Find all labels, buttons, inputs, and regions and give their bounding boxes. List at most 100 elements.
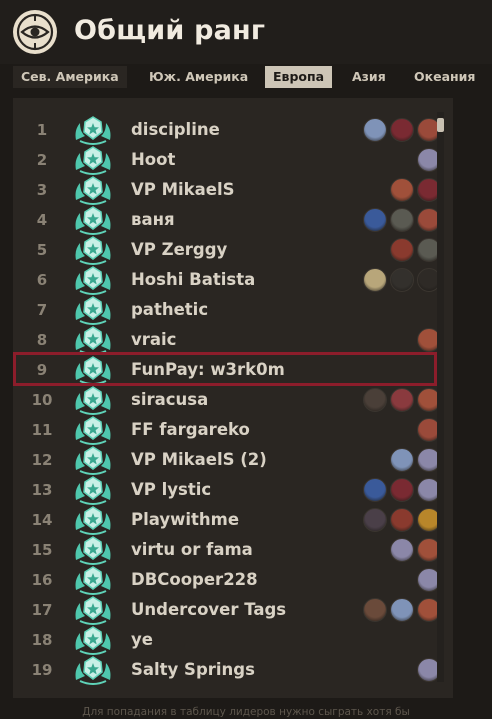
rank-badge-icon bbox=[72, 504, 114, 536]
rank-number: 5 bbox=[36, 241, 48, 259]
hero-portrait-icon bbox=[363, 388, 387, 412]
player-name[interactable]: FF fargareko bbox=[131, 420, 250, 439]
tab-europe[interactable]: Европа bbox=[265, 66, 333, 88]
rank-number: 11 bbox=[31, 421, 53, 439]
table-row[interactable]: 13 VP lystic bbox=[13, 475, 453, 505]
table-row[interactable]: 15 virtu or fama bbox=[13, 535, 453, 565]
table-row[interactable]: 4 ваня bbox=[13, 205, 453, 235]
hero-portrait-icon bbox=[390, 118, 414, 142]
hero-portraits bbox=[390, 178, 441, 202]
tab-asia[interactable]: Азия bbox=[352, 66, 386, 88]
hero-portraits bbox=[363, 388, 441, 412]
table-row[interactable]: 6 Hoshi Batista bbox=[13, 265, 453, 295]
table-row[interactable]: 9 FunPay: w3rk0m bbox=[13, 355, 453, 385]
rank-number: 16 bbox=[31, 571, 53, 589]
rank-number: 8 bbox=[36, 331, 48, 349]
table-row[interactable]: 11 FF fargareko bbox=[13, 415, 453, 445]
page-title: Общий ранг bbox=[74, 15, 266, 46]
hero-portrait-icon bbox=[390, 448, 414, 472]
table-row[interactable]: 5 VP Zerggy bbox=[13, 235, 453, 265]
rank-number: 9 bbox=[36, 361, 48, 379]
table-row[interactable]: 16 DBCooper228 bbox=[13, 565, 453, 595]
hero-portrait-icon bbox=[390, 508, 414, 532]
rank-number: 3 bbox=[36, 181, 48, 199]
rank-badge-icon bbox=[72, 264, 114, 296]
player-name[interactable]: VP lystic bbox=[131, 480, 211, 499]
table-row[interactable]: 3 VP MikaelS bbox=[13, 175, 453, 205]
table-row[interactable]: 19 Salty Springs bbox=[13, 655, 453, 685]
hero-portraits bbox=[363, 478, 441, 502]
player-name[interactable]: siracusa bbox=[131, 390, 208, 409]
rank-badge-icon bbox=[72, 474, 114, 506]
player-name[interactable]: VP MikaelS bbox=[131, 180, 235, 199]
hero-portraits bbox=[363, 268, 441, 292]
player-name[interactable]: FunPay: w3rk0m bbox=[131, 360, 285, 379]
scrollbar-thumb[interactable] bbox=[437, 118, 444, 132]
rank-number: 19 bbox=[31, 661, 53, 679]
rank-badge-icon bbox=[72, 594, 114, 626]
rank-number: 14 bbox=[31, 511, 53, 529]
rank-badge-icon bbox=[72, 414, 114, 446]
footer-note: Для попадания в таблицу лидеров нужно сы… bbox=[82, 706, 410, 718]
hero-portrait-icon bbox=[363, 508, 387, 532]
hero-portraits bbox=[390, 538, 441, 562]
hero-portraits bbox=[390, 238, 441, 262]
hero-portrait-icon bbox=[363, 208, 387, 232]
table-row[interactable]: 17 Undercover Tags bbox=[13, 595, 453, 625]
rank-badge-icon bbox=[72, 174, 114, 206]
rank-number: 1 bbox=[36, 121, 48, 139]
hero-portraits bbox=[363, 508, 441, 532]
player-name[interactable]: Playwithme bbox=[131, 510, 239, 529]
hero-portrait-icon bbox=[390, 268, 414, 292]
table-row[interactable]: 10 siracusa bbox=[13, 385, 453, 415]
rank-badge-icon bbox=[72, 654, 114, 686]
rank-badge-icon bbox=[72, 534, 114, 566]
player-name[interactable]: DBCooper228 bbox=[131, 570, 258, 589]
hero-portraits bbox=[363, 598, 441, 622]
player-name[interactable]: discipline bbox=[131, 120, 220, 139]
rank-badge-icon bbox=[72, 204, 114, 236]
rank-badge-icon bbox=[72, 144, 114, 176]
hero-portraits bbox=[363, 208, 441, 232]
rank-number: 6 bbox=[36, 271, 48, 289]
rank-number: 4 bbox=[36, 211, 48, 229]
rank-number: 13 bbox=[31, 481, 53, 499]
rank-number: 10 bbox=[31, 391, 53, 409]
hero-portrait-icon bbox=[390, 598, 414, 622]
tab-south-america[interactable]: Юж. Америка bbox=[149, 66, 248, 88]
rank-number: 2 bbox=[36, 151, 48, 169]
rank-number: 17 bbox=[31, 601, 53, 619]
table-row[interactable]: 7 pathetic bbox=[13, 295, 453, 325]
rank-number: 15 bbox=[31, 541, 53, 559]
rank-badge-icon bbox=[72, 564, 114, 596]
table-row[interactable]: 8 vraic bbox=[13, 325, 453, 355]
player-name[interactable]: pathetic bbox=[131, 300, 208, 319]
hero-portraits bbox=[363, 118, 441, 142]
hero-portrait-icon bbox=[390, 238, 414, 262]
rank-badge-icon bbox=[72, 294, 114, 326]
player-name[interactable]: Undercover Tags bbox=[131, 600, 286, 619]
table-row[interactable]: 1 discipline bbox=[13, 115, 453, 145]
hero-portrait-icon bbox=[390, 388, 414, 412]
player-name[interactable]: Salty Springs bbox=[131, 660, 255, 679]
table-row[interactable]: 2 Hoot bbox=[13, 145, 453, 175]
player-name[interactable]: ye bbox=[131, 630, 153, 649]
tab-oceania[interactable]: Океания bbox=[414, 66, 475, 88]
table-row[interactable]: 18 ye bbox=[13, 625, 453, 655]
tab-north-america[interactable]: Сев. Америка bbox=[13, 66, 127, 88]
player-name[interactable]: virtu or fama bbox=[131, 540, 253, 559]
table-row[interactable]: 12 VP MikaelS (2) bbox=[13, 445, 453, 475]
player-name[interactable]: Hoot bbox=[131, 150, 175, 169]
player-name[interactable]: vraic bbox=[131, 330, 176, 349]
table-row[interactable]: 14 Playwithme bbox=[13, 505, 453, 535]
rank-number: 18 bbox=[31, 631, 53, 649]
rank-badge-icon bbox=[72, 444, 114, 476]
player-name[interactable]: Hoshi Batista bbox=[131, 270, 255, 289]
hero-portrait-icon bbox=[390, 178, 414, 202]
scrollbar[interactable] bbox=[437, 112, 444, 682]
player-name[interactable]: VP Zerggy bbox=[131, 240, 227, 259]
player-name[interactable]: ваня bbox=[131, 210, 175, 229]
player-name[interactable]: VP MikaelS (2) bbox=[131, 450, 267, 469]
rank-badge-icon bbox=[72, 234, 114, 266]
eye-emblem-icon bbox=[13, 10, 57, 54]
